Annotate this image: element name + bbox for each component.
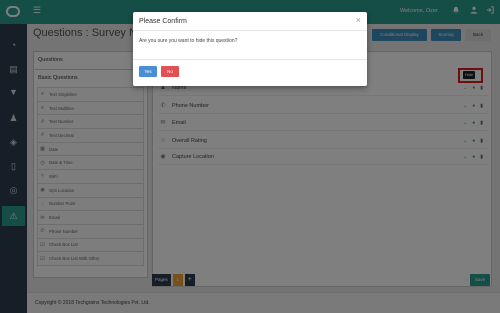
confirm-dialog: Please Confirm × Are you sure you want t… xyxy=(133,12,367,86)
close-icon[interactable]: × xyxy=(356,16,361,25)
yes-button[interactable]: Yes xyxy=(139,66,157,77)
dialog-divider xyxy=(133,30,367,31)
dialog-title: Please Confirm xyxy=(139,18,187,25)
dialog-message: Are you sure you want to hide this quest… xyxy=(139,38,238,44)
dialog-divider xyxy=(133,59,367,60)
no-button[interactable]: No xyxy=(161,66,179,77)
